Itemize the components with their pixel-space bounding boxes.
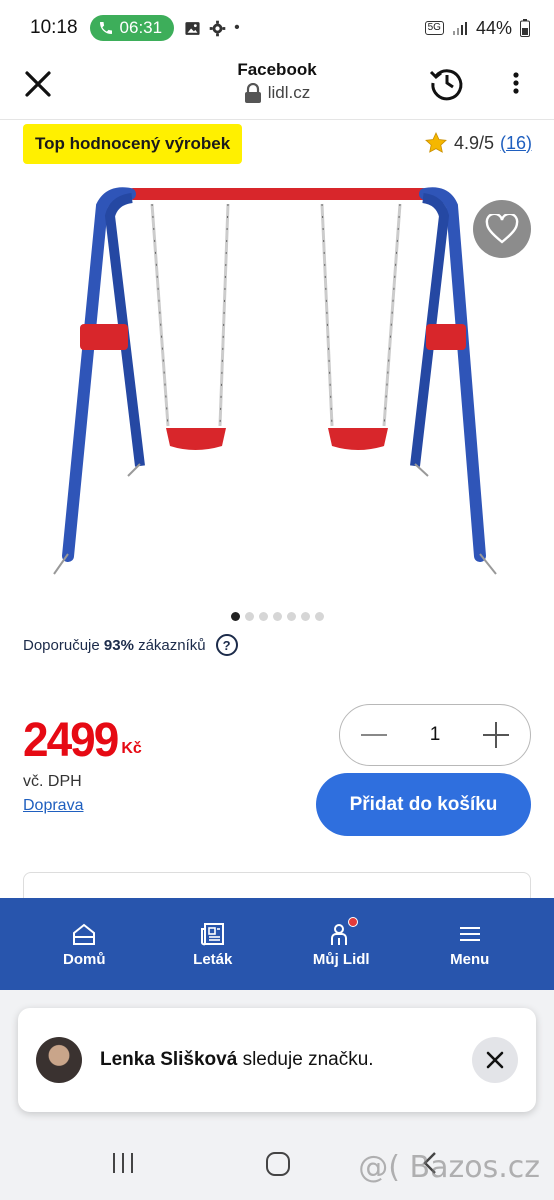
bottom-navigation: Domů Leták Můj Lidl Menu bbox=[0, 898, 554, 990]
battery-level: 44% bbox=[475, 17, 512, 38]
network-icon: 5G bbox=[424, 21, 444, 35]
recent-apps-icon bbox=[113, 1153, 133, 1173]
shipping-link[interactable]: Doprava bbox=[23, 797, 83, 815]
home-button[interactable] bbox=[264, 1150, 292, 1183]
history-button[interactable] bbox=[428, 64, 466, 102]
close-button[interactable] bbox=[20, 66, 56, 102]
more-vertical-icon bbox=[513, 72, 519, 94]
battery-icon bbox=[520, 19, 530, 37]
gear-icon bbox=[209, 20, 226, 36]
status-time: 10:18 bbox=[30, 17, 78, 38]
toast-close-button[interactable] bbox=[472, 1037, 518, 1083]
carousel-dot[interactable] bbox=[244, 612, 254, 621]
quantity-value[interactable]: 1 bbox=[430, 724, 441, 746]
toast-message: Lenka Slišková sleduje značku. bbox=[100, 1049, 374, 1071]
rating-value: 4.9/5 bbox=[453, 132, 494, 153]
browser-toolbar: Facebook lidl.cz bbox=[0, 56, 554, 120]
increase-quantity-button[interactable] bbox=[480, 719, 512, 751]
history-icon bbox=[429, 69, 463, 101]
close-icon bbox=[25, 71, 51, 97]
lock-icon bbox=[244, 83, 261, 103]
price-currency: Kč bbox=[121, 740, 142, 757]
more-options-button[interactable] bbox=[504, 68, 528, 98]
nav-my-lidl-label: Můj Lidl bbox=[312, 950, 370, 968]
star-icon bbox=[425, 132, 447, 153]
carousel-dot[interactable] bbox=[230, 612, 240, 621]
more-notifications-icon: • bbox=[234, 19, 240, 36]
recommendation-line: Doporučuje 93% zákazníků ? bbox=[23, 634, 238, 656]
help-icon[interactable]: ? bbox=[215, 634, 238, 656]
browser-url[interactable]: lidl.cz bbox=[180, 83, 374, 103]
recommend-suffix: zákazníků bbox=[138, 636, 206, 654]
nav-home-label: Domů bbox=[63, 950, 106, 968]
nav-my-lidl[interactable]: Můj Lidl bbox=[286, 916, 396, 968]
nav-menu-label: Menu bbox=[450, 950, 490, 968]
vat-note: vč. DPH bbox=[23, 773, 82, 790]
call-indicator[interactable]: 06:31 bbox=[89, 15, 175, 41]
url-text: lidl.cz bbox=[267, 83, 311, 102]
status-right: 5G 44% bbox=[424, 17, 530, 39]
carousel-dot[interactable] bbox=[300, 612, 310, 621]
page-title-area: Facebook lidl.cz bbox=[180, 60, 374, 103]
watermark: @( Bazos.cz bbox=[358, 1150, 540, 1185]
image-carousel-dots[interactable] bbox=[0, 612, 554, 621]
carousel-dot[interactable] bbox=[286, 612, 296, 621]
toast-name: Lenka Slišková bbox=[100, 1049, 238, 1070]
nav-leaflet[interactable]: Leták bbox=[158, 921, 268, 968]
price-value: 2499 bbox=[23, 711, 119, 767]
nav-home[interactable]: Domů bbox=[29, 921, 139, 968]
home-circle-icon bbox=[266, 1152, 290, 1176]
nav-menu[interactable]: Menu bbox=[415, 921, 525, 968]
rating-count-link[interactable]: (16) bbox=[500, 133, 532, 154]
call-timer: 06:31 bbox=[119, 18, 163, 37]
add-to-cart-button[interactable]: Přidat do košíku bbox=[316, 773, 531, 836]
browser-title: Facebook bbox=[237, 60, 317, 79]
status-bar: 10:18 06:31 • 5G 44% bbox=[0, 0, 554, 56]
carousel-dot[interactable] bbox=[314, 612, 324, 621]
signal-icon bbox=[452, 22, 467, 35]
heart-icon bbox=[485, 214, 519, 244]
gallery-icon bbox=[185, 21, 200, 35]
top-rated-badge: Top hodnocený výrobek bbox=[23, 124, 243, 164]
home-icon bbox=[73, 923, 96, 945]
minus-icon bbox=[361, 734, 387, 736]
nav-leaflet-label: Leták bbox=[193, 950, 233, 968]
decrease-quantity-button[interactable] bbox=[358, 719, 390, 751]
newspaper-icon bbox=[200, 922, 224, 945]
carousel-dot[interactable] bbox=[272, 612, 282, 621]
quantity-stepper: 1 bbox=[339, 704, 531, 766]
phone-icon bbox=[99, 22, 112, 34]
close-icon bbox=[486, 1051, 504, 1069]
recommend-percent: 93% bbox=[103, 636, 134, 654]
hamburger-icon bbox=[459, 926, 480, 941]
notification-dot bbox=[348, 916, 359, 927]
plus-icon bbox=[482, 722, 509, 748]
carousel-dot[interactable] bbox=[258, 612, 268, 621]
price: 2499 Kč bbox=[23, 711, 142, 767]
recent-apps-button[interactable] bbox=[110, 1150, 136, 1181]
favorite-button[interactable] bbox=[473, 200, 531, 258]
recommend-prefix: Doporučuje bbox=[23, 636, 100, 654]
product-rating[interactable]: 4.9/5 (16) bbox=[424, 131, 532, 155]
follow-toast[interactable]: Lenka Slišková sleduje značku. bbox=[18, 1008, 536, 1112]
notification-icons: • bbox=[184, 19, 240, 37]
product-image[interactable] bbox=[40, 176, 510, 586]
toast-text: sleduje značku. bbox=[242, 1049, 374, 1070]
avatar bbox=[36, 1037, 82, 1083]
